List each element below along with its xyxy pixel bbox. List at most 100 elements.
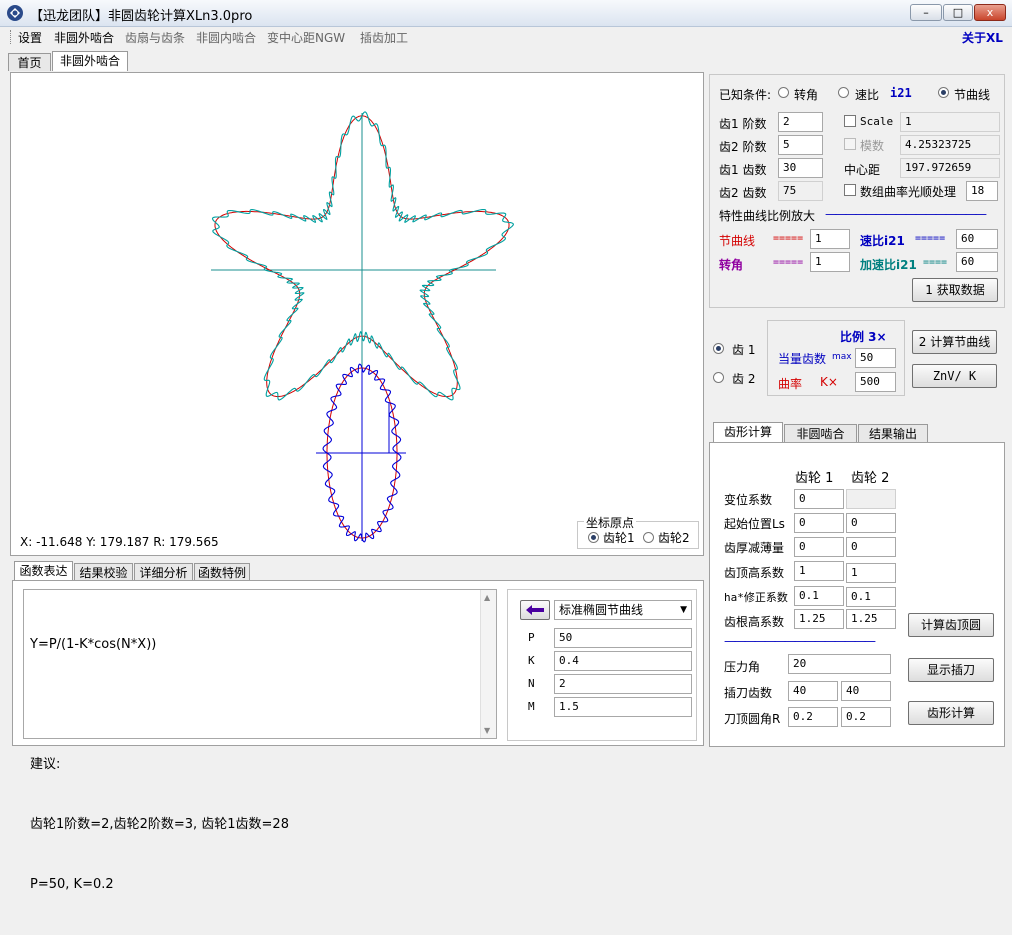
tab-function[interactable]: 函数表达 [14, 561, 73, 581]
accel-scale-input[interactable]: 60 [956, 252, 998, 272]
scroll-down-icon[interactable]: ▼ [484, 726, 490, 735]
center-distance-value: 197.972659 [900, 158, 1000, 178]
speed-scale-eq: ===== [915, 233, 946, 244]
known-speed-label[interactable]: 速比 [855, 86, 879, 103]
smooth-checkbox[interactable] [844, 184, 856, 196]
center-distance-label: 中心距 [844, 163, 881, 177]
addendum-coef-gear1-input[interactable]: 1 [794, 561, 844, 581]
calc-pitch-button[interactable]: 2 计算节曲线 [912, 330, 997, 354]
menu-about[interactable]: 关于XL [962, 29, 1003, 46]
tab-detail-analysis[interactable]: 详细分析 [134, 563, 193, 581]
start-position-gear2-input[interactable]: 0 [846, 513, 896, 533]
function-line: 建议: [30, 757, 61, 772]
scale-checkbox[interactable] [844, 115, 856, 127]
scale-section-title: 特性曲线比例放大 [719, 209, 816, 223]
dedendum-coef-gear1-input[interactable]: 1.25 [794, 609, 844, 629]
dedendum-coef-gear2-input[interactable]: 1.25 [846, 609, 896, 629]
equiv-teeth-label: 当量齿数 [778, 352, 827, 366]
known-pitch-label[interactable]: 节曲线 [954, 86, 990, 103]
thickness-reduction-label: 齿厚减薄量 [724, 541, 785, 555]
param-p-label: P [528, 631, 535, 644]
scale-label: Scale [860, 115, 894, 128]
param-m-input[interactable]: 1.5 [554, 697, 692, 717]
tab-tooth-calc[interactable]: 齿形计算 [713, 422, 783, 442]
close-button[interactable]: x [974, 4, 1006, 21]
znvk-button[interactable]: ZnV/ K [912, 364, 997, 388]
known-angle-radio[interactable] [778, 87, 789, 98]
menu-ngw[interactable]: 变中心距NGW [267, 29, 345, 46]
scroll-up-icon[interactable]: ▲ [484, 593, 490, 602]
menu-external-mesh[interactable]: 非圆外啮合 [54, 29, 114, 46]
ha-correction-gear1-input[interactable]: 0.1 [794, 586, 844, 606]
origin-gear1-radio[interactable] [588, 532, 599, 543]
pitch-scale-input[interactable]: 1 [810, 229, 850, 249]
curvature-input[interactable]: 500 [855, 372, 896, 392]
start-position-gear1-input[interactable]: 0 [794, 513, 844, 533]
tab-function-special[interactable]: 函数特例 [194, 563, 250, 581]
gear1-teeth-input[interactable]: 30 [778, 158, 823, 178]
menu-settings[interactable]: 设置 [18, 29, 42, 46]
module-checkbox[interactable] [844, 138, 856, 150]
gear2-order-input[interactable]: 5 [778, 135, 823, 155]
origin-group: 坐标原点 齿轮1 齿轮2 [577, 514, 699, 549]
thickness-reduction-gear1-input[interactable]: 0 [794, 537, 844, 557]
menu-internal-mesh[interactable]: 非圆内啮合 [196, 29, 256, 46]
function-textarea[interactable]: Y=P/(1-K*cos(N*X)) 建议: 齿轮1阶数=2,齿轮2阶数=3, … [23, 589, 497, 892]
param-p-input[interactable]: 50 [554, 628, 692, 648]
tooth-calc-button[interactable]: 齿形计算 [908, 701, 994, 725]
tip-radius-gear1-input[interactable]: 0.2 [788, 707, 838, 727]
tip-radius-gear2-input[interactable]: 0.2 [841, 707, 891, 727]
gear2-teeth-value: 75 [778, 181, 823, 201]
tab-home[interactable]: 首页 [8, 53, 51, 71]
gear2-select-radio[interactable] [713, 372, 724, 383]
module-value: 4.25323725 [900, 135, 1000, 155]
gear1-select-label[interactable]: 齿 1 [732, 341, 755, 358]
minimize-button[interactable]: – [910, 4, 942, 21]
get-data-button[interactable]: 1 获取数据 [912, 278, 998, 302]
known-pitch-radio[interactable] [938, 87, 949, 98]
pressure-angle-input[interactable]: 20 [788, 654, 891, 674]
show-cutter-button[interactable]: 显示插刀 [908, 658, 994, 682]
curvature-k-label: K× [820, 375, 838, 389]
calc-tip-circle-button[interactable]: 计算齿顶圆 [908, 613, 994, 637]
known-speed-radio[interactable] [838, 87, 849, 98]
function-type-select[interactable]: 标准椭圆节曲线 ▼ [554, 600, 692, 620]
apply-arrow-button[interactable] [520, 600, 550, 620]
smooth-input[interactable]: 18 [966, 181, 998, 201]
tab-external-mesh[interactable]: 非圆外啮合 [52, 51, 128, 71]
dropdown-icon[interactable]: ▼ [680, 601, 687, 619]
tab-result-output[interactable]: 结果输出 [858, 424, 928, 442]
gear1-order-input[interactable]: 2 [778, 112, 823, 132]
gear2-select-label[interactable]: 齿 2 [732, 370, 755, 387]
pitch-scale-label: 节曲线 [719, 234, 756, 248]
tab-result-check[interactable]: 结果校验 [74, 563, 133, 581]
thickness-reduction-gear2-input[interactable]: 0 [846, 537, 896, 557]
ha-correction-gear2-input[interactable]: 0.1 [846, 587, 896, 607]
function-scrollbar[interactable]: ▲ ▼ [480, 590, 496, 738]
cutter-teeth-gear2-input[interactable]: 40 [841, 681, 891, 701]
param-n-input[interactable]: 2 [554, 674, 692, 694]
gear1-select-radio[interactable] [713, 343, 724, 354]
known-conditions-panel: 已知条件: 转角 速比 i21 节曲线 齿1 阶数 2 齿2 阶数 5 齿1 齿… [709, 74, 1005, 308]
gear2-teeth-profile [211, 111, 515, 401]
equiv-teeth-input[interactable]: 50 [855, 348, 896, 368]
maximize-button[interactable]: □ [943, 4, 973, 21]
angle-scale-input[interactable]: 1 [810, 252, 850, 272]
origin-gear2-label[interactable]: 齿轮2 [658, 529, 690, 546]
drawing-canvas[interactable]: X: -11.648 Y: 179.187 R: 179.565 坐标原点 齿轮… [10, 72, 704, 556]
menu-sector-rack[interactable]: 齿扇与齿条 [125, 29, 185, 46]
angle-scale-label: 转角 [719, 258, 744, 272]
param-k-input[interactable]: 0.4 [554, 651, 692, 671]
cutter-teeth-gear1-input[interactable]: 40 [788, 681, 838, 701]
speed-scale-input[interactable]: 60 [956, 229, 998, 249]
addendum-coef-gear2-input[interactable]: 1 [846, 563, 896, 583]
shift-coef-gear1-input[interactable]: 0 [794, 489, 844, 509]
menu-gear-shaping[interactable]: 插齿加工 [360, 29, 408, 46]
gear1-column-header: 齿轮 1 [795, 471, 834, 486]
gear1-order-label: 齿1 阶数 [719, 117, 767, 131]
curvature-group: 比例 3× 当量齿数 max 50 曲率 K× 500 [767, 320, 905, 396]
origin-gear1-label[interactable]: 齿轮1 [603, 529, 635, 546]
tab-noncircular-mesh[interactable]: 非圆啮合 [784, 424, 857, 442]
origin-gear2-radio[interactable] [643, 532, 654, 543]
known-angle-label[interactable]: 转角 [794, 86, 818, 103]
